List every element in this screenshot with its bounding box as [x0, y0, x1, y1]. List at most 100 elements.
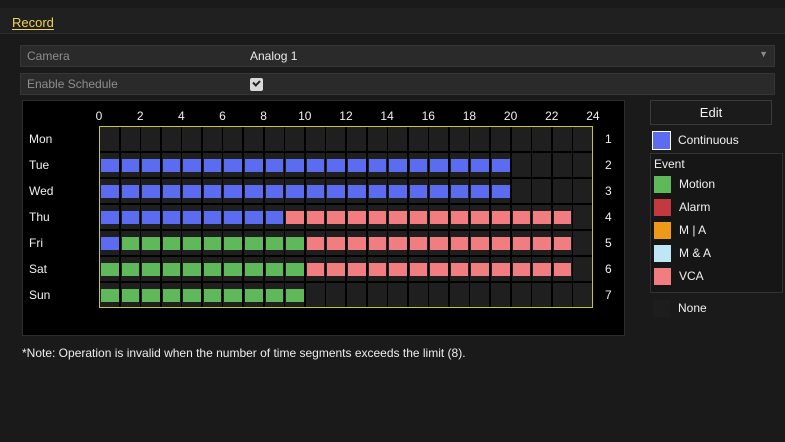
- grid-cell[interactable]: [100, 127, 119, 151]
- schedule-segment-motion[interactable]: [162, 237, 181, 250]
- grid-cell[interactable]: [573, 231, 593, 255]
- schedule-segment-continuous[interactable]: [327, 185, 345, 198]
- schedule-segment-alarm[interactable]: [471, 263, 490, 276]
- schedule-segment-continuous[interactable]: [409, 185, 428, 198]
- grid-cell[interactable]: [326, 127, 346, 151]
- schedule-segment-alarm[interactable]: [492, 237, 510, 250]
- schedule-segment-alarm[interactable]: [492, 263, 510, 276]
- schedule-segment-continuous[interactable]: [409, 159, 428, 172]
- schedule-segment-continuous[interactable]: [389, 159, 407, 172]
- schedule-segment-alarm[interactable]: [512, 237, 531, 250]
- schedule-segment-motion[interactable]: [183, 289, 201, 302]
- schedule-segment-continuous[interactable]: [471, 159, 490, 172]
- grid-cell[interactable]: [552, 127, 572, 151]
- camera-select[interactable]: Analog 1: [250, 49, 297, 63]
- schedule-segment-motion[interactable]: [203, 289, 222, 302]
- schedule-segment-alarm[interactable]: [389, 237, 407, 250]
- schedule-segment-motion[interactable]: [121, 289, 140, 302]
- grid-cell[interactable]: [573, 205, 593, 229]
- day-number[interactable]: 5: [605, 236, 612, 250]
- schedule-segment-alarm[interactable]: [389, 211, 407, 224]
- schedule-segment-continuous[interactable]: [101, 237, 119, 250]
- schedule-segment-continuous[interactable]: [203, 185, 222, 198]
- schedule-segment-continuous[interactable]: [306, 185, 325, 198]
- chevron-down-icon[interactable]: ▼: [759, 49, 768, 59]
- schedule-grid[interactable]: [99, 126, 593, 308]
- schedule-segment-alarm[interactable]: [347, 237, 366, 250]
- schedule-segment-alarm[interactable]: [409, 211, 428, 224]
- schedule-segment-motion[interactable]: [286, 237, 304, 250]
- schedule-segment-alarm[interactable]: [512, 211, 531, 224]
- schedule-segment-motion[interactable]: [286, 289, 304, 302]
- schedule-segment-alarm[interactable]: [389, 263, 407, 276]
- grid-cell[interactable]: [573, 153, 593, 177]
- day-number[interactable]: 7: [605, 288, 612, 302]
- schedule-segment-continuous[interactable]: [265, 211, 284, 224]
- schedule-segment-continuous[interactable]: [162, 159, 181, 172]
- schedule-segment-continuous[interactable]: [142, 159, 160, 172]
- schedule-segment-alarm[interactable]: [512, 263, 531, 276]
- schedule-segment-continuous[interactable]: [347, 185, 366, 198]
- schedule-segment-alarm[interactable]: [347, 211, 366, 224]
- schedule-segment-motion[interactable]: [101, 263, 119, 276]
- grid-cell[interactable]: [388, 127, 408, 151]
- schedule-segment-continuous[interactable]: [347, 159, 366, 172]
- grid-cell[interactable]: [244, 127, 264, 151]
- tab-record[interactable]: Record: [12, 15, 54, 30]
- schedule-segment-alarm[interactable]: [347, 263, 366, 276]
- schedule-segment-continuous[interactable]: [450, 185, 469, 198]
- schedule-segment-continuous[interactable]: [471, 185, 490, 198]
- grid-cell[interactable]: [573, 179, 593, 203]
- schedule-segment-motion[interactable]: [121, 263, 140, 276]
- grid-cell[interactable]: [573, 127, 593, 151]
- schedule-segment-alarm[interactable]: [327, 237, 345, 250]
- schedule-segment-continuous[interactable]: [101, 159, 119, 172]
- schedule-segment-continuous[interactable]: [142, 211, 160, 224]
- grid-cell[interactable]: [346, 127, 366, 151]
- schedule-segment-alarm[interactable]: [533, 263, 551, 276]
- schedule-segment-motion[interactable]: [245, 263, 263, 276]
- schedule-segment-alarm[interactable]: [533, 237, 551, 250]
- schedule-segment-motion[interactable]: [101, 289, 119, 302]
- schedule-segment-continuous[interactable]: [389, 185, 407, 198]
- grid-cell[interactable]: [573, 283, 593, 307]
- schedule-segment-motion[interactable]: [224, 263, 243, 276]
- schedule-segment-continuous[interactable]: [430, 185, 448, 198]
- grid-cell[interactable]: [182, 127, 202, 151]
- schedule-segment-continuous[interactable]: [450, 159, 469, 172]
- schedule-segment-continuous[interactable]: [101, 211, 119, 224]
- schedule-segment-motion[interactable]: [265, 289, 284, 302]
- day-number[interactable]: 1: [605, 132, 612, 146]
- schedule-segment-alarm[interactable]: [327, 263, 345, 276]
- enable-schedule-checkbox[interactable]: [250, 78, 263, 91]
- schedule-segment-motion[interactable]: [265, 237, 284, 250]
- grid-cell[interactable]: [470, 127, 490, 151]
- schedule-segment-motion[interactable]: [203, 237, 222, 250]
- schedule-segment-alarm[interactable]: [306, 237, 325, 250]
- schedule-segment-alarm[interactable]: [409, 237, 428, 250]
- legend-m_or_a[interactable]: M | A: [651, 219, 784, 242]
- schedule-segment-continuous[interactable]: [162, 185, 181, 198]
- schedule-segment-motion[interactable]: [121, 237, 140, 250]
- schedule-segment-alarm[interactable]: [471, 211, 490, 224]
- schedule-segment-continuous[interactable]: [245, 159, 263, 172]
- schedule-segment-continuous[interactable]: [306, 159, 325, 172]
- legend-m_and_a[interactable]: M & A: [651, 242, 784, 265]
- schedule-segment-continuous[interactable]: [183, 185, 201, 198]
- schedule-segment-continuous[interactable]: [492, 185, 510, 198]
- schedule-segment-alarm[interactable]: [553, 263, 572, 276]
- schedule-segment-alarm[interactable]: [368, 263, 387, 276]
- grid-cell[interactable]: [285, 127, 305, 151]
- schedule-segment-alarm[interactable]: [430, 263, 448, 276]
- grid-cell[interactable]: [491, 127, 511, 151]
- day-number[interactable]: 6: [605, 262, 612, 276]
- camera-row[interactable]: Camera Analog 1 ▼: [20, 45, 775, 67]
- schedule-segment-motion[interactable]: [162, 289, 181, 302]
- schedule-segment-motion[interactable]: [286, 263, 304, 276]
- schedule-segment-continuous[interactable]: [265, 185, 284, 198]
- schedule-segment-continuous[interactable]: [121, 185, 140, 198]
- grid-cell[interactable]: [552, 153, 572, 177]
- grid-cell[interactable]: [429, 127, 449, 151]
- legend-vca[interactable]: VCA: [651, 265, 784, 288]
- schedule-segment-continuous[interactable]: [121, 211, 140, 224]
